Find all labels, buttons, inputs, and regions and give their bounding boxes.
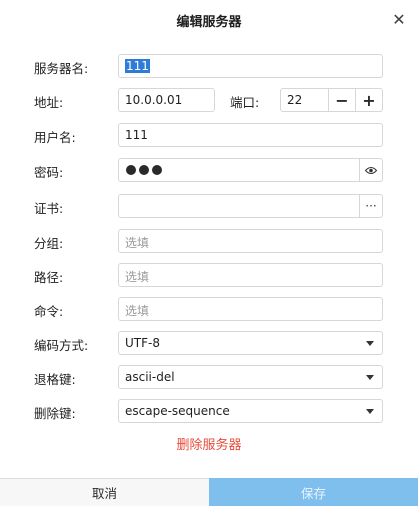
command-input[interactable]: 选填 <box>118 297 383 321</box>
port-value: 22 <box>287 93 303 107</box>
dialog-titlebar: 编辑服务器 ✕ <box>0 0 418 38</box>
encoding-selected-value: UTF-8 <box>125 336 160 350</box>
backspace-key-selected-value: ascii-del <box>125 370 175 384</box>
command-row: 命令: 选填 <box>0 297 418 321</box>
password-row: 密码: <box>0 158 418 182</box>
cancel-button[interactable]: 取消 <box>0 478 209 506</box>
port-stepper[interactable]: 22 − + <box>280 88 383 112</box>
password-mask <box>126 165 162 175</box>
save-button[interactable]: 保存 <box>209 478 418 506</box>
username-value: 111 <box>125 128 148 142</box>
delete-server-button[interactable]: 删除服务器 <box>0 434 418 453</box>
server-name-label: 服务器名: <box>34 61 89 76</box>
certificate-row: 证书: ··· <box>0 194 418 218</box>
username-input[interactable]: 111 <box>118 123 383 147</box>
delete-key-label: 删除键: <box>34 406 76 421</box>
backspace-key-row: 退格键: ascii-del <box>0 365 418 389</box>
eye-icon[interactable] <box>359 159 382 181</box>
edit-server-dialog: 编辑服务器 ✕ 服务器名: 111 地址: 10.0.0.01 端口: 22 −… <box>0 0 418 506</box>
group-input[interactable]: 选填 <box>118 229 383 253</box>
delete-key-select[interactable]: escape-sequence <box>118 399 383 423</box>
certificate-label: 证书: <box>34 201 64 216</box>
dialog-footer: 取消 保存 <box>0 478 418 506</box>
group-row: 分组: 选填 <box>0 229 418 253</box>
path-input[interactable]: 选填 <box>118 263 383 287</box>
username-row: 用户名: 111 <box>0 123 418 147</box>
server-name-input[interactable]: 111 <box>118 54 383 78</box>
chevron-down-icon <box>366 375 374 380</box>
username-label: 用户名: <box>34 130 76 145</box>
server-name-row: 服务器名: 111 <box>0 54 418 78</box>
path-label: 路径: <box>34 270 64 285</box>
command-placeholder: 选填 <box>125 304 150 318</box>
backspace-key-select[interactable]: ascii-del <box>118 365 383 389</box>
server-name-value: 111 <box>125 59 150 73</box>
chevron-down-icon <box>366 341 374 346</box>
browse-certificate-button[interactable]: ··· <box>359 195 382 217</box>
command-label: 命令: <box>34 304 64 319</box>
certificate-input[interactable]: ··· <box>118 194 383 218</box>
group-placeholder: 选填 <box>125 236 150 250</box>
path-row: 路径: 选填 <box>0 263 418 287</box>
address-value: 10.0.0.01 <box>125 93 183 107</box>
dialog-title: 编辑服务器 <box>176 15 242 30</box>
password-input[interactable] <box>118 158 383 182</box>
delete-key-selected-value: escape-sequence <box>125 404 230 418</box>
chevron-down-icon <box>366 409 374 414</box>
group-label: 分组: <box>34 236 64 251</box>
delete-key-row: 删除键: escape-sequence <box>0 399 418 423</box>
encoding-select[interactable]: UTF-8 <box>118 331 383 355</box>
port-increment-button[interactable]: + <box>355 89 382 111</box>
address-input[interactable]: 10.0.0.01 <box>118 88 215 112</box>
encoding-label: 编码方式: <box>34 338 89 353</box>
password-dot <box>152 165 162 175</box>
port-label: 端口: <box>230 95 260 110</box>
password-dot <box>139 165 149 175</box>
path-placeholder: 选填 <box>125 270 150 284</box>
close-icon[interactable]: ✕ <box>388 8 410 30</box>
address-label: 地址: <box>34 95 64 110</box>
encoding-row: 编码方式: UTF-8 <box>0 331 418 355</box>
port-decrement-button[interactable]: − <box>328 89 355 111</box>
backspace-key-label: 退格键: <box>34 372 76 387</box>
password-dot <box>126 165 136 175</box>
address-row: 地址: 10.0.0.01 端口: 22 − + <box>0 88 418 112</box>
password-label: 密码: <box>34 165 64 180</box>
